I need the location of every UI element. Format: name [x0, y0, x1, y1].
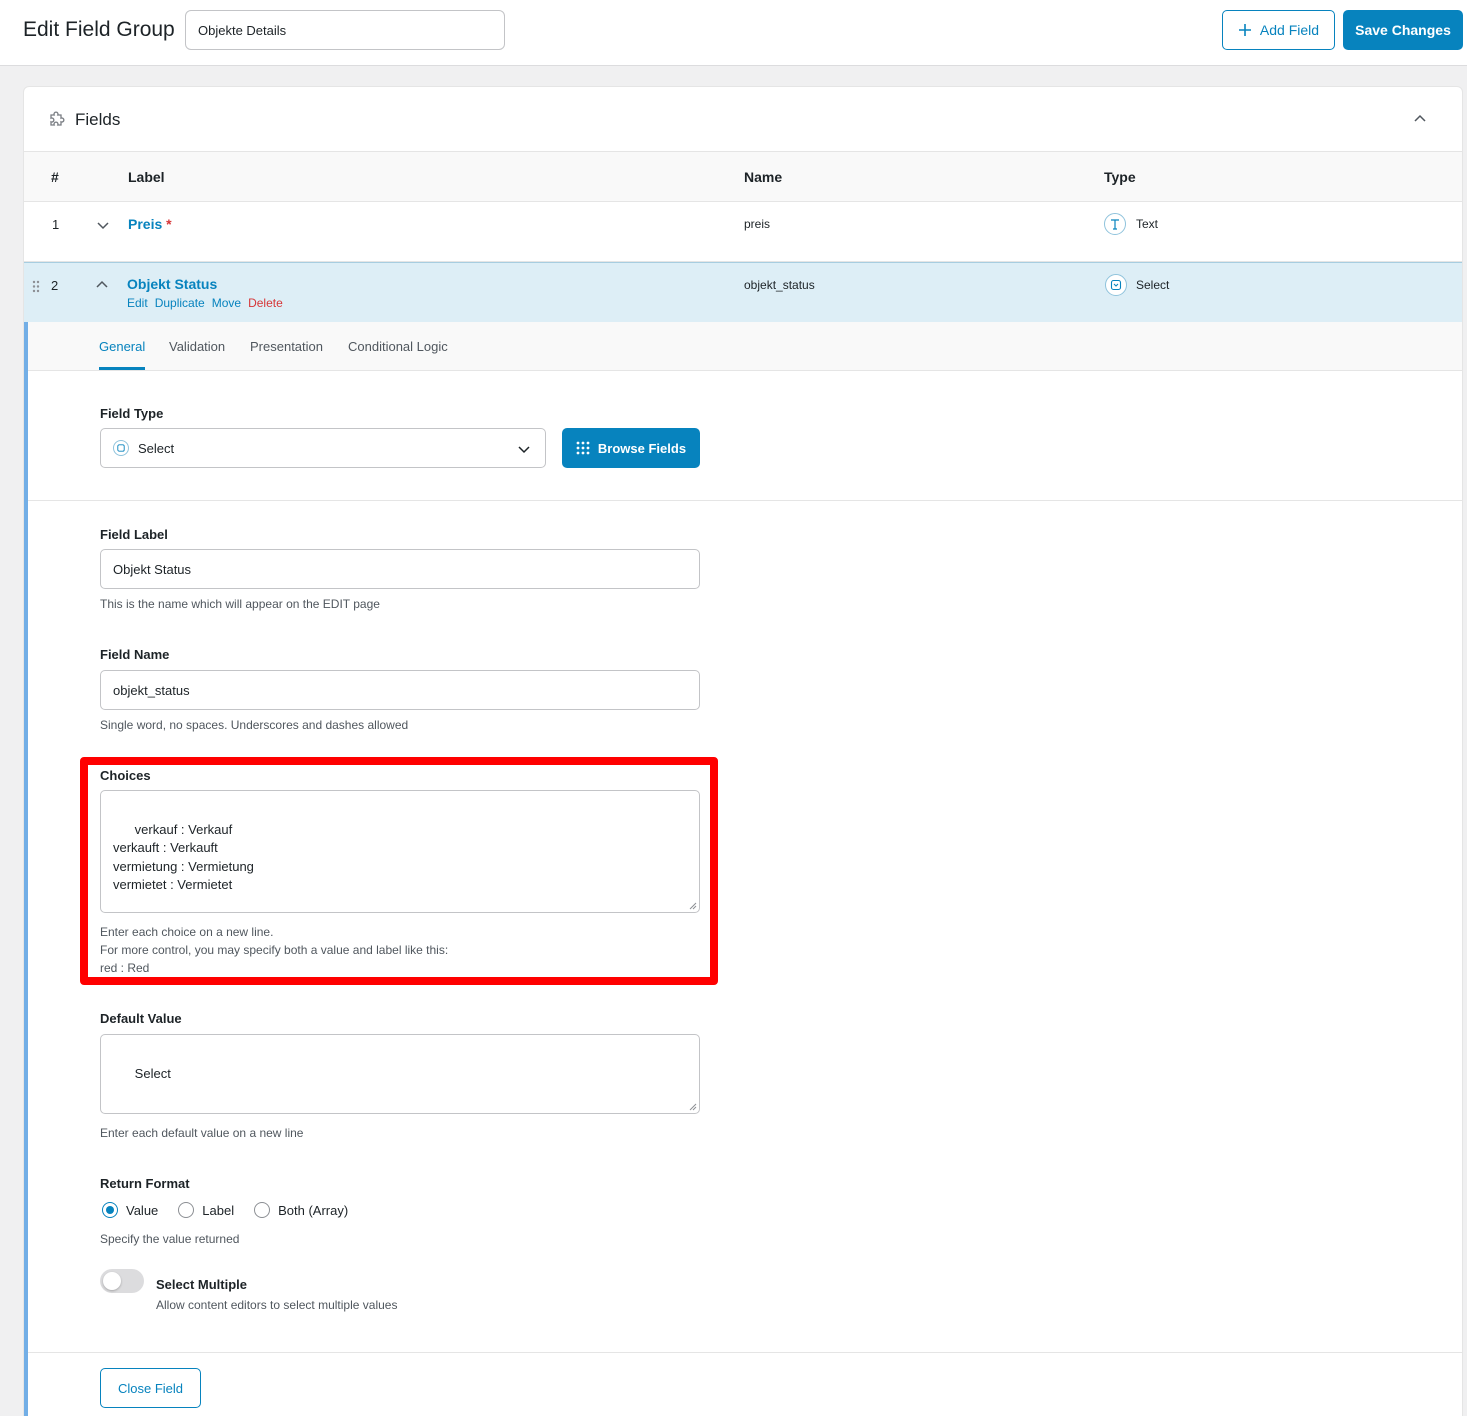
field-label-link[interactable]: Objekt Status [127, 276, 217, 292]
browse-fields-label: Browse Fields [597, 440, 687, 456]
radio-unchecked-icon [254, 1202, 271, 1218]
field-type-label: Field Type [100, 406, 164, 421]
return-format-options: Value Label Both (Array) [102, 1202, 348, 1218]
default-value-textarea[interactable]: Select [100, 1034, 700, 1114]
tab-presentation[interactable]: Presentation [250, 339, 323, 354]
row-number: 1 [52, 217, 60, 232]
move-link[interactable]: Move [212, 296, 241, 310]
radio-value[interactable]: Value [102, 1202, 158, 1218]
divider [28, 1352, 1462, 1353]
field-type: Text [1136, 217, 1159, 231]
chevron-down-icon [518, 446, 530, 454]
chevron-down-icon[interactable] [96, 218, 110, 232]
default-value-value: Select [134, 1065, 171, 1081]
select-multiple-toggle[interactable] [100, 1269, 144, 1293]
radio-unchecked-icon [178, 1202, 195, 1218]
default-value-heading: Default Value [100, 1011, 182, 1026]
choices-help-1: Enter each choice on a new line. [100, 925, 274, 939]
select-multiple-label: Select Multiple [156, 1277, 248, 1292]
choices-help-2: For more control, you may specify both a… [100, 943, 449, 957]
settings-tabs: General Validation Presentation Conditio… [28, 322, 1462, 371]
fields-table-header: # Label Name Type [24, 152, 1462, 202]
active-tab-indicator [99, 367, 145, 370]
field-label-input[interactable]: Objekt Status [100, 549, 700, 589]
panel-title: Fields [75, 110, 121, 129]
radio-both-label: Both (Array) [278, 1202, 349, 1218]
tab-conditional-logic[interactable]: Conditional Logic [348, 339, 448, 354]
grid-icon [576, 441, 590, 455]
field-name-help: Single word, no spaces. Underscores and … [100, 718, 409, 732]
field-group-title-input[interactable] [185, 10, 505, 50]
chevron-up-icon[interactable] [1413, 112, 1427, 126]
add-field-label: Add Field [1259, 22, 1320, 38]
drag-handle-icon[interactable] [32, 280, 40, 293]
panel-header: Fields [24, 87, 1462, 152]
choices-textarea[interactable]: verkauf : Verkauf verkauft : Verkauft ve… [100, 790, 700, 913]
divider [28, 500, 1462, 501]
field-label-heading: Field Label [100, 527, 168, 542]
radio-value-label: Value [126, 1202, 159, 1218]
radio-both[interactable]: Both (Array) [254, 1202, 348, 1218]
field-type-value: Select [138, 440, 175, 456]
page-title: Edit Field Group [23, 18, 175, 41]
resize-handle-icon[interactable] [688, 901, 697, 910]
field-label-link[interactable]: Preis * [128, 216, 172, 232]
tab-general[interactable]: General [99, 339, 145, 354]
required-marker: * [166, 216, 172, 232]
edit-link[interactable]: Edit [127, 296, 148, 310]
duplicate-link[interactable]: Duplicate [155, 296, 205, 310]
col-name: Name [744, 169, 783, 185]
select-multiple-help: Allow content editors to select multiple… [156, 1298, 398, 1312]
field-type: Select [1136, 278, 1170, 292]
col-type: Type [1104, 169, 1136, 185]
choices-heading: Choices [100, 768, 151, 783]
field-label-text: Preis [128, 216, 163, 232]
tab-validation[interactable]: Validation [169, 339, 225, 354]
field-settings: General Validation Presentation Conditio… [24, 322, 1462, 1416]
row-actions: Edit Duplicate Move Delete [127, 296, 283, 310]
puzzle-icon [50, 111, 65, 126]
browse-fields-button[interactable]: Browse Fields [562, 428, 700, 468]
field-type-select[interactable]: Select [100, 428, 546, 468]
resize-handle-icon[interactable] [688, 1102, 697, 1111]
table-row[interactable]: 1 Preis * preis Text [24, 202, 1462, 262]
default-value-help: Enter each default value on a new line [100, 1126, 304, 1140]
plus-icon [1238, 24, 1251, 36]
field-name-heading: Field Name [100, 647, 170, 662]
col-number: # [51, 169, 59, 185]
text-type-icon [1104, 213, 1126, 235]
close-field-button[interactable]: Close Field [100, 1368, 201, 1408]
field-name-input[interactable]: objekt_status [100, 670, 700, 710]
choices-value: verkauf : Verkauf verkauft : Verkauft ve… [113, 821, 254, 893]
toggle-knob [103, 1272, 121, 1290]
col-label: Label [128, 169, 165, 185]
radio-checked-icon [102, 1202, 118, 1218]
delete-link[interactable]: Delete [248, 296, 283, 310]
save-changes-button[interactable]: Save Changes [1343, 10, 1463, 50]
return-format-help: Specify the value returned [100, 1232, 240, 1246]
field-name: preis [744, 217, 771, 231]
return-format-heading: Return Format [100, 1176, 190, 1191]
field-name: objekt_status [744, 278, 815, 292]
chevron-up-icon[interactable] [95, 278, 109, 292]
choices-help-3: red : Red [100, 961, 150, 975]
radio-label-label: Label [202, 1202, 235, 1218]
table-row-active[interactable]: 2 Objekt Status Edit Duplicate Move Dele… [24, 262, 1462, 322]
fields-panel: Fields # Label Name Type 1 Preis * preis… [23, 86, 1463, 1416]
add-field-button[interactable]: Add Field [1222, 10, 1335, 50]
top-bar: Edit Field Group Add Field Save Changes [0, 0, 1467, 66]
radio-label[interactable]: Label [178, 1202, 234, 1218]
select-type-icon [113, 440, 129, 456]
select-type-icon [1105, 274, 1127, 296]
row-number: 2 [51, 278, 59, 293]
field-label-help: This is the name which will appear on th… [100, 597, 380, 611]
